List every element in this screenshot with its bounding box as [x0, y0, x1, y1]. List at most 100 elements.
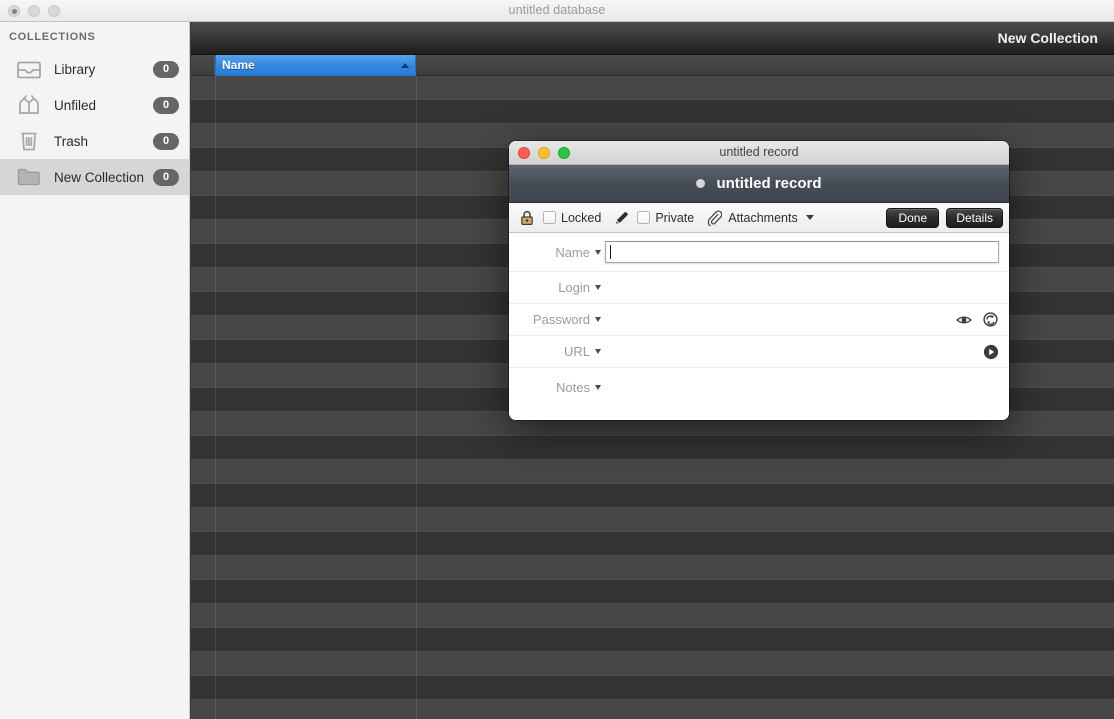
sidebar-header: COLLECTIONS — [9, 31, 96, 43]
collections-sidebar: COLLECTIONS Library 0 Unfiled 0 Trash 0 … — [0, 22, 190, 719]
table-column-divider — [416, 604, 417, 627]
table-column-divider — [416, 196, 417, 219]
field-row-login: Login — [509, 272, 1009, 304]
table-row[interactable] — [191, 700, 1114, 719]
field-name-chevron-down-icon[interactable] — [595, 249, 601, 255]
done-button[interactable]: Done — [886, 207, 940, 228]
sort-ascending-icon — [401, 62, 409, 68]
refresh-circle-icon[interactable] — [982, 311, 999, 328]
sidebar-item-unfiled[interactable]: Unfiled 0 — [0, 87, 189, 123]
table-row[interactable] — [191, 532, 1114, 556]
table-column-divider — [215, 388, 216, 411]
minimize-button[interactable] — [28, 4, 40, 17]
name-input[interactable] — [605, 241, 999, 263]
table-row[interactable] — [191, 604, 1114, 628]
table-row[interactable] — [191, 484, 1114, 508]
table-row[interactable] — [191, 628, 1114, 652]
trash-can-icon — [14, 129, 44, 153]
table-column-divider — [215, 124, 216, 147]
table-row[interactable] — [191, 460, 1114, 484]
table-column-divider — [416, 628, 417, 651]
field-value-notes[interactable] — [605, 380, 999, 402]
field-value-password[interactable] — [605, 309, 999, 331]
table-empty-column-header — [416, 55, 1114, 75]
marker-pen-icon[interactable] — [612, 209, 630, 227]
field-notes-chevron-down-icon[interactable] — [595, 385, 601, 390]
sidebar-item-trash[interactable]: Trash 0 — [0, 123, 189, 159]
table-column-divider — [416, 532, 417, 555]
attachments-label[interactable]: Attachments — [728, 211, 797, 225]
table-column-divider — [215, 460, 216, 483]
field-label-login: Login — [558, 280, 590, 295]
table-row[interactable] — [191, 508, 1114, 532]
table-column-divider — [416, 436, 417, 459]
field-row-password: Password — [509, 304, 1009, 336]
field-label-login-wrap[interactable]: Login — [509, 280, 605, 295]
table-column-divider — [416, 316, 417, 339]
field-value-login[interactable] — [605, 277, 999, 299]
table-column-divider — [215, 676, 216, 699]
table-column-divider — [416, 484, 417, 507]
table-column-divider — [215, 76, 216, 99]
table-row[interactable] — [191, 580, 1114, 604]
table-column-divider — [215, 364, 216, 387]
details-button[interactable]: Details — [946, 207, 1003, 228]
table-column-divider — [215, 268, 216, 291]
table-column-divider — [215, 196, 216, 219]
field-label-name-wrap[interactable]: Name — [509, 245, 605, 260]
sidebar-item-count: 0 — [153, 132, 179, 150]
content-header: New Collection — [191, 22, 1114, 55]
table-row[interactable] — [191, 556, 1114, 580]
table-column-header-label: Name — [222, 58, 255, 72]
table-column-divider — [215, 316, 216, 339]
field-password-chevron-down-icon[interactable] — [595, 317, 601, 322]
table-column-header-name[interactable]: Name — [215, 55, 416, 76]
table-column-divider — [416, 412, 417, 435]
play-circle-icon[interactable] — [982, 343, 999, 360]
table-row[interactable] — [191, 100, 1114, 124]
attachments-chevron-down-icon[interactable] — [805, 215, 814, 220]
table-column-divider — [416, 700, 417, 719]
table-column-divider — [416, 652, 417, 675]
dialog-zoom-button[interactable] — [558, 146, 570, 159]
table-column-divider — [416, 220, 417, 243]
table-row[interactable] — [191, 436, 1114, 460]
table-column-divider — [215, 436, 216, 459]
field-row-notes: Notes — [509, 368, 1009, 410]
dialog-minimize-button[interactable] — [538, 146, 550, 159]
field-url-chevron-down-icon[interactable] — [595, 349, 601, 354]
locked-checkbox[interactable] — [543, 211, 556, 224]
zoom-button[interactable] — [48, 4, 60, 17]
table-column-divider — [215, 292, 216, 315]
table-column-divider — [215, 532, 216, 555]
dialog-traffic-lights — [518, 146, 570, 159]
table-gutter-column — [191, 55, 215, 75]
field-label-notes-wrap[interactable]: Notes — [509, 380, 605, 395]
field-value-url[interactable] — [605, 341, 999, 363]
field-label-password-wrap[interactable]: Password — [509, 312, 605, 327]
private-checkbox[interactable] — [637, 211, 651, 224]
eye-icon[interactable] — [955, 311, 972, 328]
sidebar-item-library[interactable]: Library 0 — [0, 51, 189, 87]
private-label: Private — [655, 210, 695, 225]
table-row[interactable] — [191, 652, 1114, 676]
table-column-divider — [215, 244, 216, 267]
table-row[interactable] — [191, 76, 1114, 100]
close-button[interactable] — [8, 4, 20, 17]
field-label-password: Password — [532, 312, 590, 327]
table-column-divider — [215, 100, 216, 123]
paperclip-icon[interactable] — [705, 209, 723, 227]
table-column-divider — [215, 604, 216, 627]
table-column-divider — [215, 148, 216, 171]
padlock-icon[interactable] — [518, 209, 536, 227]
table-column-divider — [416, 460, 417, 483]
table-row[interactable] — [191, 676, 1114, 700]
dialog-close-button[interactable] — [518, 146, 530, 159]
locked-label: Locked — [561, 210, 602, 225]
sidebar-item-new-collection[interactable]: New Collection 0 — [0, 159, 189, 195]
field-login-chevron-down-icon[interactable] — [595, 285, 601, 290]
field-label-notes: Notes — [556, 380, 590, 395]
field-value-name — [605, 241, 999, 263]
field-label-url-wrap[interactable]: URL — [509, 344, 605, 359]
table-column-divider — [416, 340, 417, 363]
